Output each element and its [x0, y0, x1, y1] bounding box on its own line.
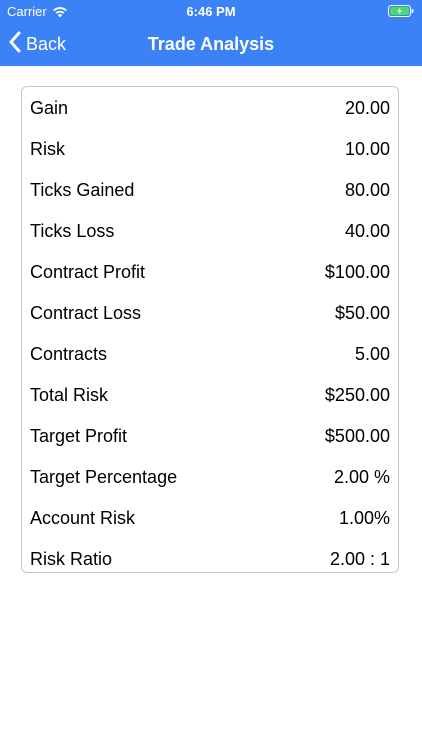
row-label: Target Profit — [30, 426, 128, 446]
row-label: Ticks Loss — [30, 221, 115, 241]
status-bar: Carrier 6:46 PM — [0, 0, 422, 22]
row-ticks-gained: Ticks Gained 80.00 — [30, 170, 390, 211]
row-value: $250.00 — [324, 385, 390, 405]
row-label: Ticks Gained — [30, 180, 135, 200]
row-value: $100.00 — [324, 262, 390, 282]
page-title: Trade Analysis — [147, 34, 275, 54]
app-screen: Carrier 6:46 PM Back Trade Analysis Gain… — [0, 0, 422, 750]
row-value: 2.00 % — [333, 467, 390, 487]
row-label: Contract Loss — [30, 303, 142, 323]
navigation-bar: Back Trade Analysis — [0, 22, 422, 66]
row-total-risk: Total Risk $250.00 — [30, 375, 390, 416]
row-account-risk: Account Risk 1.00% — [30, 498, 390, 539]
battery-icon — [388, 5, 414, 17]
row-value: 5.00 — [354, 344, 390, 364]
row-label: Contracts — [30, 344, 108, 364]
row-value: 20.00 — [344, 98, 390, 118]
header: Carrier 6:46 PM Back Trade Analysis — [0, 0, 422, 66]
analysis-card: Gain 20.00 Risk 10.00 Ticks Gained 80.00… — [21, 86, 399, 573]
row-label: Total Risk — [30, 385, 109, 405]
row-label: Risk Ratio — [30, 549, 113, 569]
row-ticks-loss: Ticks Loss 40.00 — [30, 211, 390, 252]
row-value: 10.00 — [344, 139, 390, 159]
row-value: 40.00 — [344, 221, 390, 241]
row-label: Contract Profit — [30, 262, 146, 282]
status-time: 6:46 PM — [186, 4, 236, 19]
row-risk: Risk 10.00 — [30, 129, 390, 170]
row-contract-profit: Contract Profit $100.00 — [30, 252, 390, 293]
row-contract-loss: Contract Loss $50.00 — [30, 293, 390, 334]
row-value: $50.00 — [334, 303, 390, 323]
row-gain: Gain 20.00 — [30, 88, 390, 129]
row-label: Risk — [30, 139, 65, 159]
row-label: Account Risk — [30, 508, 136, 528]
row-value: 2.00 : 1 — [329, 549, 390, 569]
row-target-profit: Target Profit $500.00 — [30, 416, 390, 457]
row-risk-ratio: Risk Ratio 2.00 : 1 — [30, 539, 390, 580]
row-label: Target Percentage — [30, 467, 178, 487]
row-target-percentage: Target Percentage 2.00 % — [30, 457, 390, 498]
row-value: 1.00% — [338, 508, 390, 528]
row-value: $500.00 — [324, 426, 390, 446]
row-contracts: Contracts 5.00 — [30, 334, 390, 375]
row-label: Gain — [30, 98, 69, 118]
row-value: 80.00 — [344, 180, 390, 200]
